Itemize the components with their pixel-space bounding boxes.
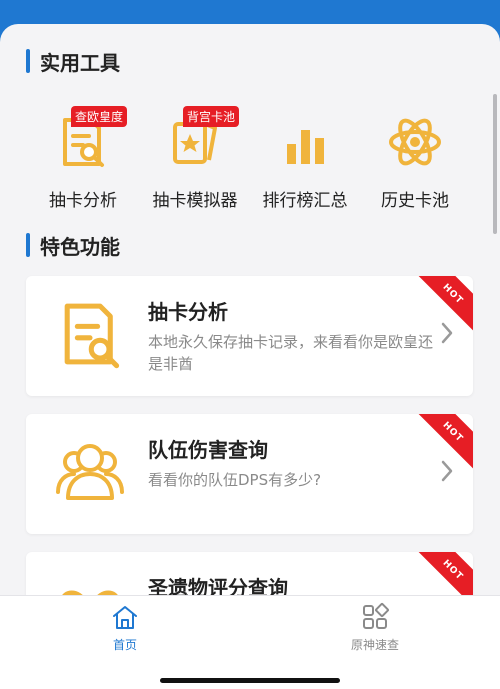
- tool-label: 排行榜汇总: [262, 191, 348, 211]
- card-star-icon: 背宫卡池: [165, 106, 240, 172]
- tools-grid: 查欧皇度 抽卡分析 背宫卡池 抽卡模拟器 排行榜汇总 历史卡池: [0, 94, 500, 234]
- tool-draw-simulator[interactable]: 背宫卡池 抽卡模拟器: [140, 94, 250, 224]
- tools-section-title: 实用工具: [26, 48, 120, 75]
- bar-chart-icon: [275, 112, 335, 172]
- tool-label: 历史卡池: [381, 191, 449, 211]
- group-icon: [52, 434, 128, 510]
- title-accent-bar: [26, 233, 30, 257]
- tool-draw-analysis[interactable]: 查欧皇度 抽卡分析: [28, 94, 138, 224]
- home-icon: [113, 606, 137, 629]
- document-search-icon: 查欧皇度: [53, 106, 128, 172]
- tab-home[interactable]: 首页: [65, 596, 185, 653]
- tool-label: 抽卡分析: [49, 191, 117, 211]
- tab-quick-lookup[interactable]: 原神速查: [315, 596, 435, 653]
- card-description: 本地永久保存抽卡记录，来看看你是欧皇还是非酋: [148, 333, 434, 373]
- chevron-right-icon: [441, 460, 453, 482]
- feature-card-draw-analysis[interactable]: 抽卡分析 本地永久保存抽卡记录，来看看你是欧皇还是非酋 HOT: [26, 276, 473, 396]
- title-accent-bar: [26, 49, 30, 73]
- features-section-title-text: 特色功能: [40, 234, 120, 259]
- tool-leaderboard[interactable]: 排行榜汇总: [250, 94, 360, 224]
- tool-badge: 查欧皇度: [71, 106, 128, 127]
- chevron-right-icon: [441, 322, 453, 344]
- grid-icon: [363, 603, 389, 629]
- tab-label: 首页: [112, 638, 137, 652]
- document-search-icon: [52, 296, 128, 372]
- feature-card-team-damage[interactable]: 队伍伤害查询 看看你的队伍DPS有多少? HOT: [26, 414, 473, 534]
- tool-badge: 背宫卡池: [183, 106, 240, 127]
- tool-label: 抽卡模拟器: [152, 191, 238, 211]
- card-title: 抽卡分析: [148, 300, 228, 324]
- bottom-tab-bar: 首页 原神速查: [0, 595, 500, 689]
- tab-label: 原神速查: [350, 638, 399, 652]
- card-description: 看看你的队伍DPS有多少?: [148, 471, 322, 489]
- home-indicator[interactable]: [160, 678, 340, 683]
- tool-history-pool[interactable]: 历史卡池: [360, 94, 470, 224]
- tools-section-title-text: 实用工具: [40, 50, 120, 75]
- features-section-title: 特色功能: [26, 232, 120, 259]
- atom-icon: [385, 112, 445, 172]
- card-title: 队伍伤害查询: [148, 438, 268, 462]
- main-content: 实用工具 查欧皇度 抽卡分析 背宫卡池 抽卡模拟器 排行榜汇总 历史卡池 特色功…: [0, 24, 500, 689]
